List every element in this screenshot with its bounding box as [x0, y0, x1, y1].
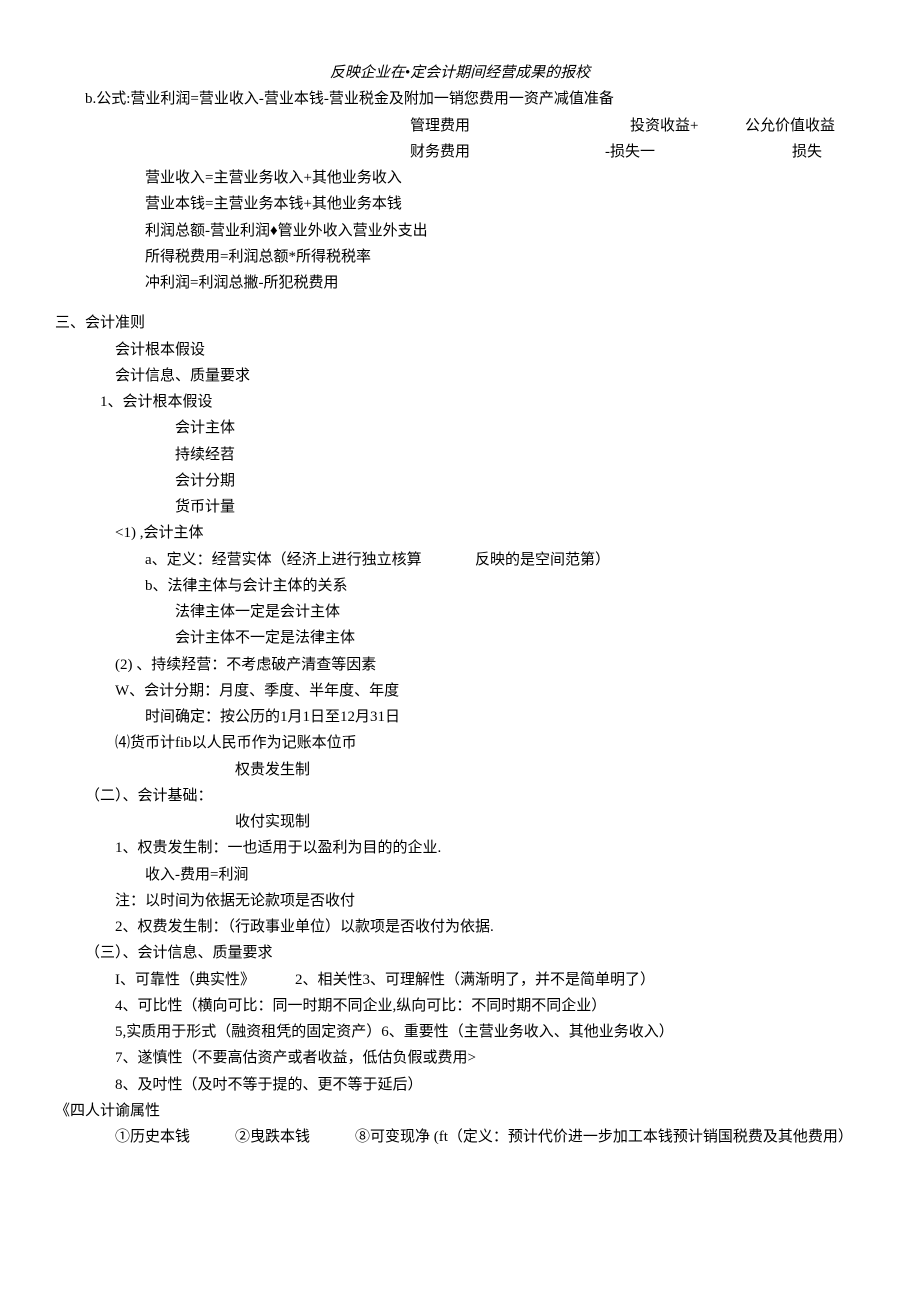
- row-group2: 财务费用 -损失一 损失: [55, 139, 865, 165]
- txt: 2、权费发生制：（行政事业单位）以款项是否收付为依据.: [115, 919, 494, 935]
- cell: 公允价值收益: [745, 113, 835, 139]
- txt: （二）、会计基础：: [85, 788, 213, 804]
- line-title: 反映企业在•定会计期间经营成果的报校: [55, 60, 865, 86]
- line: 会计主体: [55, 415, 865, 441]
- line-attrs: ①历史本钱 ②曳跌本钱 ⑧可变现净 (ft（定义：预计代价进一步加工本钱预计销国…: [55, 1124, 920, 1150]
- cell: 投资收益+: [630, 113, 745, 139]
- line: 会计根本假设: [55, 337, 865, 363]
- txt: b.公式:营业利润=营业收入-营业本钱-营业税金及附加一销您费用一资产减值准备: [85, 91, 614, 107]
- txt: 会计主体: [175, 420, 235, 436]
- line: 会计分期: [55, 468, 865, 494]
- line: 持续经苕: [55, 442, 865, 468]
- line-formula-b: b.公式:营业利润=营业收入-营业本钱-营业税金及附加一销您费用一资产减值准备: [55, 86, 865, 112]
- txt: 注：以时间为依据无论款项是否收付: [115, 893, 355, 909]
- line: 8、及吋性（及吋不等于提的、更不等于延后）: [55, 1072, 865, 1098]
- txt: 营业本钱=主营业务本钱+其他业务本钱: [145, 196, 402, 212]
- txt: 反映企业在•定会计期间经营成果的报校: [330, 65, 590, 81]
- line: 收付实现制: [55, 809, 865, 835]
- txt: 4、可比性（横向可比：同一时期不同企业,纵向可比：不同时期不同企业）: [115, 998, 606, 1014]
- txt: 利润总额-营业利润♦管业外收入营业外支出: [145, 223, 428, 239]
- cell: 管理费用: [410, 113, 630, 139]
- line: 货币计量: [55, 494, 865, 520]
- line: 注：以时间为依据无论款项是否收付: [55, 888, 865, 914]
- txt: I、可靠性（典实性》: [115, 967, 295, 993]
- txt: ⑧可变现净 (ft（定义：预计代价进一步加工本钱预计销国税费及其他费用）: [355, 1124, 853, 1150]
- line: 《四人计谕属性: [55, 1098, 865, 1124]
- line: 所得税费用=利润总额*所得税税率: [55, 244, 865, 270]
- txt: 冲利润=利润总撇-所犯税费用: [145, 275, 338, 291]
- txt: 持续经苕: [175, 447, 235, 463]
- txt: 会计主体不一定是法律主体: [175, 630, 355, 646]
- line: 时间确定：按公历的1月1日至12月31日: [55, 704, 865, 730]
- line: 营业收入=主营业务收入+其他业务收入: [55, 165, 865, 191]
- line: （三）、会计信息、质量要求: [55, 940, 865, 966]
- cell: -损失一: [605, 139, 792, 165]
- txt: 1、会计根本假设: [100, 394, 213, 410]
- line: 营业本钱=主营业务本钱+其他业务本钱: [55, 191, 865, 217]
- txt: 收付实现制: [235, 814, 310, 830]
- txt: ⑷货币计fib以人民币作为记账本位币: [115, 735, 357, 751]
- line: 会计信息、质量要求: [55, 363, 865, 389]
- line: ⑷货币计fib以人民币作为记账本位币: [55, 730, 865, 756]
- line: 2、权费发生制：（行政事业单位）以款项是否收付为依据.: [55, 914, 865, 940]
- line: 冲利润=利润总撇-所犯税费用: [55, 270, 865, 296]
- txt: （三）、会计信息、质量要求: [85, 945, 273, 961]
- line: b、法律主体与会计主体的关系: [55, 573, 865, 599]
- line-reliability: I、可靠性（典实性》 2、相关性3、可理解性（满渐明了，并不是简单明了）: [55, 967, 920, 993]
- line: 1、会计根本假设: [55, 389, 865, 415]
- line: 利润总额-营业利润♦管业外收入营业外支出: [55, 218, 865, 244]
- line: (2) 、持续羟营：不考虑破产清查等因素: [55, 652, 865, 678]
- cell: 损失: [792, 139, 822, 165]
- txt: 《四人计谕属性: [55, 1103, 160, 1119]
- line: 权贵发生制: [55, 757, 865, 783]
- section-3: 三、会计准则: [55, 310, 865, 336]
- txt: 2、相关性3、可理解性（满渐明了，并不是简单明了）: [295, 967, 655, 993]
- txt: (2) 、持续羟营：不考虑破产清查等因素: [115, 657, 376, 673]
- txt: 5,实质用于形式（融资租凭的固定资产）6、重要性（主营业务收入、其他业务收入）: [115, 1024, 674, 1040]
- txt: ①历史本钱: [115, 1124, 235, 1150]
- txt: 会计信息、质量要求: [115, 368, 250, 384]
- line: 收入-费用=利涧: [55, 862, 865, 888]
- txt: 货币计量: [175, 499, 235, 515]
- txt: 会计分期: [175, 473, 235, 489]
- txt: 三、会计准则: [55, 315, 145, 331]
- line: W、会计分期：月度、季度、半年度、年度: [55, 678, 865, 704]
- txt: 营业收入=主营业务收入+其他业务收入: [145, 170, 402, 186]
- line-a-def: a、定义：经营实体（经济上进行独立核算 反映的是空间范第）: [55, 547, 920, 573]
- txt: 8、及吋性（及吋不等于提的、更不等于延后）: [115, 1077, 423, 1093]
- txt: 权贵发生制: [235, 762, 310, 778]
- txt: <1) ,会计主体: [115, 525, 203, 541]
- txt: 法律主体一定是会计主体: [175, 604, 340, 620]
- txt: 所得税费用=利润总额*所得税税率: [145, 249, 371, 265]
- txt: 时间确定：按公历的1月1日至12月31日: [145, 709, 400, 725]
- line: 会计主体不一定是法律主体: [55, 625, 865, 651]
- cell: 财务费用: [410, 139, 605, 165]
- line: 1、权贵发生制：一也适用于以盈利为目的的企业.: [55, 835, 865, 861]
- txt: 反映的是空间范第）: [475, 547, 610, 573]
- line: 法律主体一定是会计主体: [55, 599, 865, 625]
- row-group1: 管理费用 投资收益+ 公允价值收益: [55, 113, 865, 139]
- txt: 收入-费用=利涧: [145, 867, 248, 883]
- line: 7、遂慎性（不要高估资产或者收益，低估负假或费用>: [55, 1045, 865, 1071]
- txt: ②曳跌本钱: [235, 1124, 355, 1150]
- line: <1) ,会计主体: [55, 520, 865, 546]
- txt: 1、权贵发生制：一也适用于以盈利为目的的企业.: [115, 840, 441, 856]
- txt: a、定义：经营实体（经济上进行独立核算: [145, 547, 475, 573]
- txt: 7、遂慎性（不要高估资产或者收益，低估负假或费用>: [115, 1050, 476, 1066]
- txt: W、会计分期：月度、季度、半年度、年度: [115, 683, 399, 699]
- line: 4、可比性（横向可比：同一时期不同企业,纵向可比：不同时期不同企业）: [55, 993, 865, 1019]
- txt: b、法律主体与会计主体的关系: [145, 578, 348, 594]
- line: 5,实质用于形式（融资租凭的固定资产）6、重要性（主营业务收入、其他业务收入）: [55, 1019, 865, 1045]
- line: （二）、会计基础：: [55, 783, 865, 809]
- txt: 会计根本假设: [115, 342, 205, 358]
